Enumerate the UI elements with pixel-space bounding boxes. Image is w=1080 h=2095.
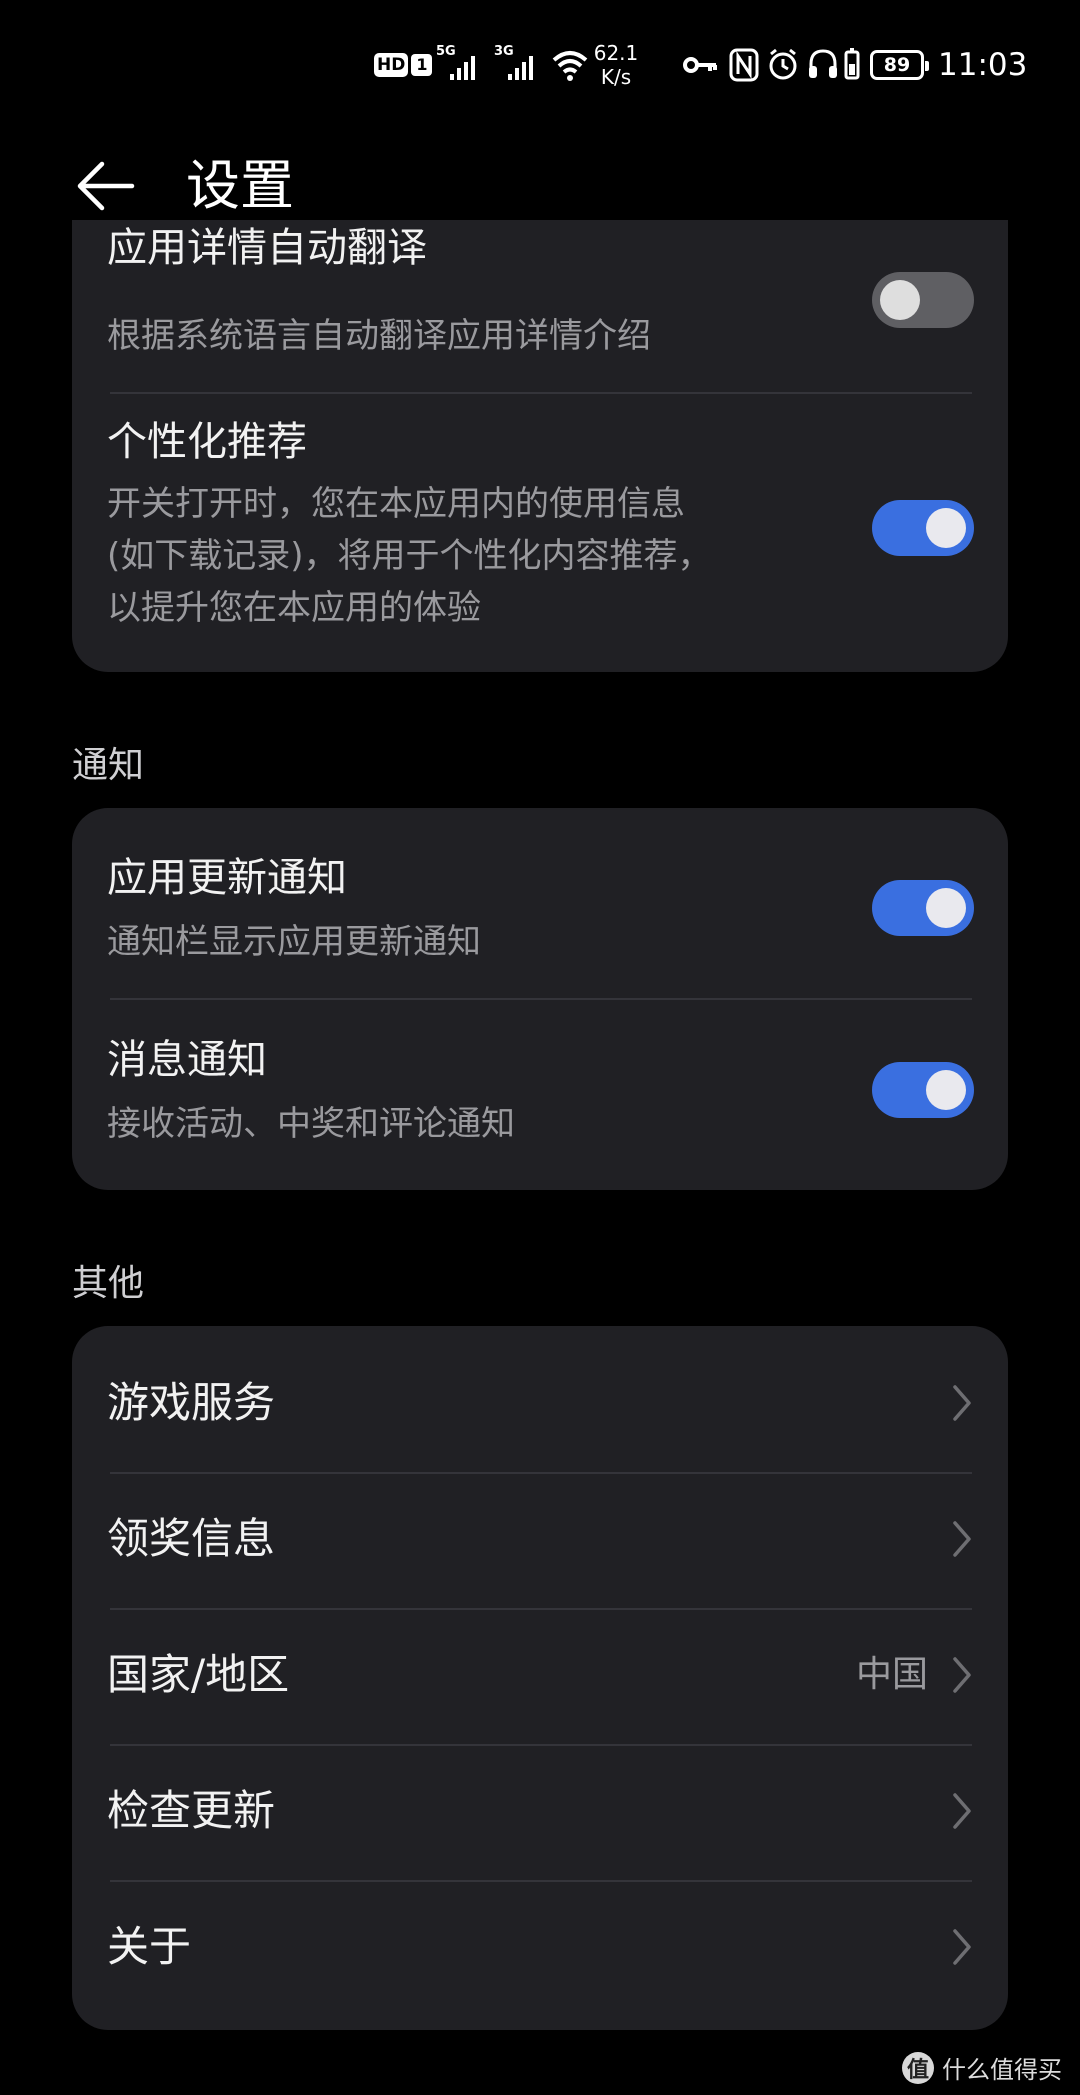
nav-row-game-service[interactable]: 游戏服务 bbox=[72, 1336, 1008, 1470]
settings-card-other: 游戏服务 领奖信息 国家/地区 中国 检查更新 关于 bbox=[72, 1326, 1008, 2030]
status-bar: HD 1 5G 3G 62.1 K/s 89 11:03 bbox=[0, 30, 1080, 100]
nav-label: 领奖信息 bbox=[107, 1514, 276, 1563]
setting-row-update-notify[interactable]: 应用更新通知 通知栏显示应用更新通知 bbox=[72, 808, 1008, 998]
battery-level: 89 bbox=[883, 54, 911, 76]
arrow-left-icon bbox=[77, 161, 135, 211]
nav-row-prize-info[interactable]: 领奖信息 bbox=[72, 1472, 1008, 1606]
headphones-icon bbox=[806, 30, 840, 100]
toggle-knob bbox=[880, 280, 920, 320]
net-type-label: 3G bbox=[494, 44, 514, 59]
nav-row-about[interactable]: 关于 bbox=[72, 1880, 1008, 2014]
setting-title-text: 应用详情自动翻译 bbox=[107, 225, 427, 271]
setting-desc-line: 以提升您在本应用的体验 bbox=[107, 588, 481, 628]
setting-title: 消息通知 bbox=[107, 1037, 267, 1083]
device-battery-icon bbox=[842, 30, 862, 100]
chevron-right-icon bbox=[953, 1521, 971, 1557]
toggle-knob bbox=[926, 888, 966, 928]
battery-indicator: 89 bbox=[870, 30, 929, 100]
setting-desc-line: 开关打开时，您在本应用内的使用信息 bbox=[107, 484, 685, 524]
watermark: 值 什么值得买 bbox=[902, 2050, 1062, 2085]
signal-bars-icon bbox=[508, 56, 533, 80]
chevron-right-icon bbox=[953, 1385, 971, 1421]
personalized-toggle[interactable] bbox=[872, 500, 974, 556]
setting-title: 应用详情自动翻译 bbox=[107, 225, 427, 304]
hd-badge: HD bbox=[374, 53, 409, 77]
message-notify-toggle[interactable] bbox=[872, 1062, 974, 1118]
section-label-notify: 通知 bbox=[72, 745, 145, 786]
chevron-right-icon bbox=[953, 1657, 971, 1693]
nav-row-check-update[interactable]: 检查更新 bbox=[72, 1744, 1008, 1878]
auto-translate-toggle[interactable] bbox=[872, 272, 974, 328]
chevron-right-icon bbox=[953, 1929, 971, 1965]
setting-row-message-notify[interactable]: 消息通知 接收活动、中奖和评论通知 bbox=[72, 1000, 1008, 1190]
network-speed: 62.1 K/s bbox=[590, 30, 642, 100]
settings-card-general: 应用详情自动翻译 根据系统语言自动翻译应用详情介绍 个性化推荐 开关打开时，您在… bbox=[72, 220, 1008, 672]
watermark-text: 什么值得买 bbox=[942, 2056, 1062, 2084]
signal-bars-icon bbox=[450, 56, 475, 80]
toggle-knob bbox=[926, 508, 966, 548]
setting-title: 应用更新通知 bbox=[107, 855, 347, 901]
chevron-right-icon bbox=[953, 1793, 971, 1829]
speed-value: 62.1 bbox=[593, 41, 639, 65]
clock: 11:03 bbox=[938, 30, 1027, 100]
speed-unit: K/s bbox=[600, 65, 632, 89]
wifi-icon bbox=[550, 30, 590, 100]
back-button[interactable] bbox=[70, 150, 142, 222]
setting-desc: 接收活动、中奖和评论通知 bbox=[107, 1104, 515, 1144]
nav-label: 游戏服务 bbox=[107, 1378, 276, 1427]
nfc-icon bbox=[728, 30, 760, 100]
signal-3g-icon: 3G bbox=[494, 30, 546, 100]
clock-time: 11:03 bbox=[938, 47, 1028, 83]
setting-title: 个性化推荐 bbox=[107, 419, 307, 465]
settings-card-notify: 应用更新通知 通知栏显示应用更新通知 消息通知 接收活动、中奖和评论通知 bbox=[72, 808, 1008, 1190]
setting-row-personalized[interactable]: 个性化推荐 开关打开时，您在本应用内的使用信息 (如下载记录)，将用于个性化内容… bbox=[72, 394, 1008, 672]
net-type-label: 5G bbox=[436, 44, 456, 59]
nav-label: 关于 bbox=[107, 1922, 192, 1971]
settings-screen: HD 1 5G 3G 62.1 K/s 89 11:03 设置 应用详情自动翻译… bbox=[0, 0, 1080, 2095]
battery-icon: 89 bbox=[870, 50, 929, 80]
watermark-logo-icon: 值 bbox=[902, 2051, 934, 2084]
setting-row-auto-translate[interactable]: 应用详情自动翻译 根据系统语言自动翻译应用详情介绍 bbox=[72, 220, 1008, 392]
region-value: 中国 bbox=[855, 1654, 928, 1695]
signal-5g-icon: 5G bbox=[436, 30, 488, 100]
nav-row-region[interactable]: 国家/地区 中国 bbox=[72, 1608, 1008, 1742]
page-title: 设置 bbox=[186, 154, 294, 217]
section-label-other: 其他 bbox=[72, 1263, 145, 1304]
setting-desc: 通知栏显示应用更新通知 bbox=[107, 922, 481, 962]
sim-badge: 1 bbox=[411, 54, 433, 76]
nav-label: 国家/地区 bbox=[107, 1650, 290, 1699]
key-icon bbox=[682, 30, 720, 100]
nav-label: 检查更新 bbox=[107, 1786, 276, 1835]
hd-indicator: HD 1 bbox=[374, 30, 433, 100]
alarm-icon bbox=[766, 30, 800, 100]
toggle-knob bbox=[926, 1070, 966, 1110]
update-notify-toggle[interactable] bbox=[872, 880, 974, 936]
setting-desc-line: (如下载记录)，将用于个性化内容推荐， bbox=[107, 536, 712, 576]
setting-desc: 根据系统语言自动翻译应用详情介绍 bbox=[107, 316, 651, 356]
